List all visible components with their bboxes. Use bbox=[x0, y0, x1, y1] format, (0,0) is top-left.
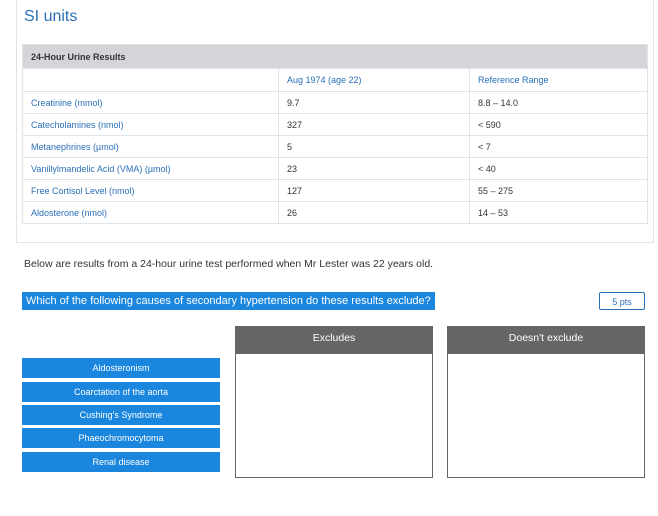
test-value: 9.7 bbox=[278, 91, 470, 114]
column-header-test bbox=[22, 68, 279, 92]
drop-zone-header: Doesn't exclude bbox=[448, 327, 644, 354]
reference-range: 8.8 – 14.0 bbox=[469, 91, 648, 114]
drag-option-aldosteronism[interactable]: Aldosteronism bbox=[22, 358, 220, 378]
test-name: Aldosterone (nmol) bbox=[22, 201, 279, 224]
drop-zone-excludes[interactable]: Excludes bbox=[235, 326, 433, 478]
column-header-result: Aug 1974 (age 22) bbox=[278, 68, 470, 92]
drag-option-renal-disease[interactable]: Renal disease bbox=[22, 452, 220, 472]
reference-range: < 7 bbox=[469, 135, 648, 158]
reference-range: < 40 bbox=[469, 157, 648, 180]
reference-range: 14 – 53 bbox=[469, 201, 648, 224]
drop-zone-doesnt-exclude[interactable]: Doesn't exclude bbox=[447, 326, 645, 478]
table-caption: 24-Hour Urine Results bbox=[22, 44, 648, 69]
drag-option-coarctation[interactable]: Coarctation of the aorta bbox=[22, 382, 220, 402]
drop-zone-header: Excludes bbox=[236, 327, 432, 354]
reference-range: < 590 bbox=[469, 113, 648, 136]
section-title: SI units bbox=[24, 8, 78, 25]
table-row: Free Cortisol Level (nmol) 127 55 – 275 bbox=[22, 179, 648, 202]
test-value: 23 bbox=[278, 157, 470, 180]
table-row: Vanillylmandelic Acid (VMA) (µmol) 23 < … bbox=[22, 157, 648, 180]
question-prompt: Which of the following causes of seconda… bbox=[22, 292, 435, 310]
test-value: 327 bbox=[278, 113, 470, 136]
reference-range: 55 – 275 bbox=[469, 179, 648, 202]
results-table: 24-Hour Urine Results Aug 1974 (age 22) … bbox=[22, 44, 648, 224]
table-row: Catecholamines (nmol) 327 < 590 bbox=[22, 113, 648, 136]
test-value: 127 bbox=[278, 179, 470, 202]
points-badge: 5 pts bbox=[599, 292, 645, 310]
column-header-reference: Reference Range bbox=[469, 68, 648, 92]
table-row: Creatinine (mmol) 9.7 8.8 – 14.0 bbox=[22, 91, 648, 114]
drag-option-cushings[interactable]: Cushing's Syndrome bbox=[22, 405, 220, 425]
test-name: Creatinine (mmol) bbox=[22, 91, 279, 114]
test-name: Metanephrines (µmol) bbox=[22, 135, 279, 158]
table-row: Aldosterone (nmol) 26 14 – 53 bbox=[22, 201, 648, 224]
test-name: Free Cortisol Level (nmol) bbox=[22, 179, 279, 202]
test-name: Vanillylmandelic Acid (VMA) (µmol) bbox=[22, 157, 279, 180]
test-value: 5 bbox=[278, 135, 470, 158]
drag-option-phaeochromocytoma[interactable]: Phaeochromocytoma bbox=[22, 428, 220, 448]
table-row: Metanephrines (µmol) 5 < 7 bbox=[22, 135, 648, 158]
question-intro: Below are results from a 24-hour urine t… bbox=[24, 258, 434, 270]
test-value: 26 bbox=[278, 201, 470, 224]
test-name: Catecholamines (nmol) bbox=[22, 113, 279, 136]
